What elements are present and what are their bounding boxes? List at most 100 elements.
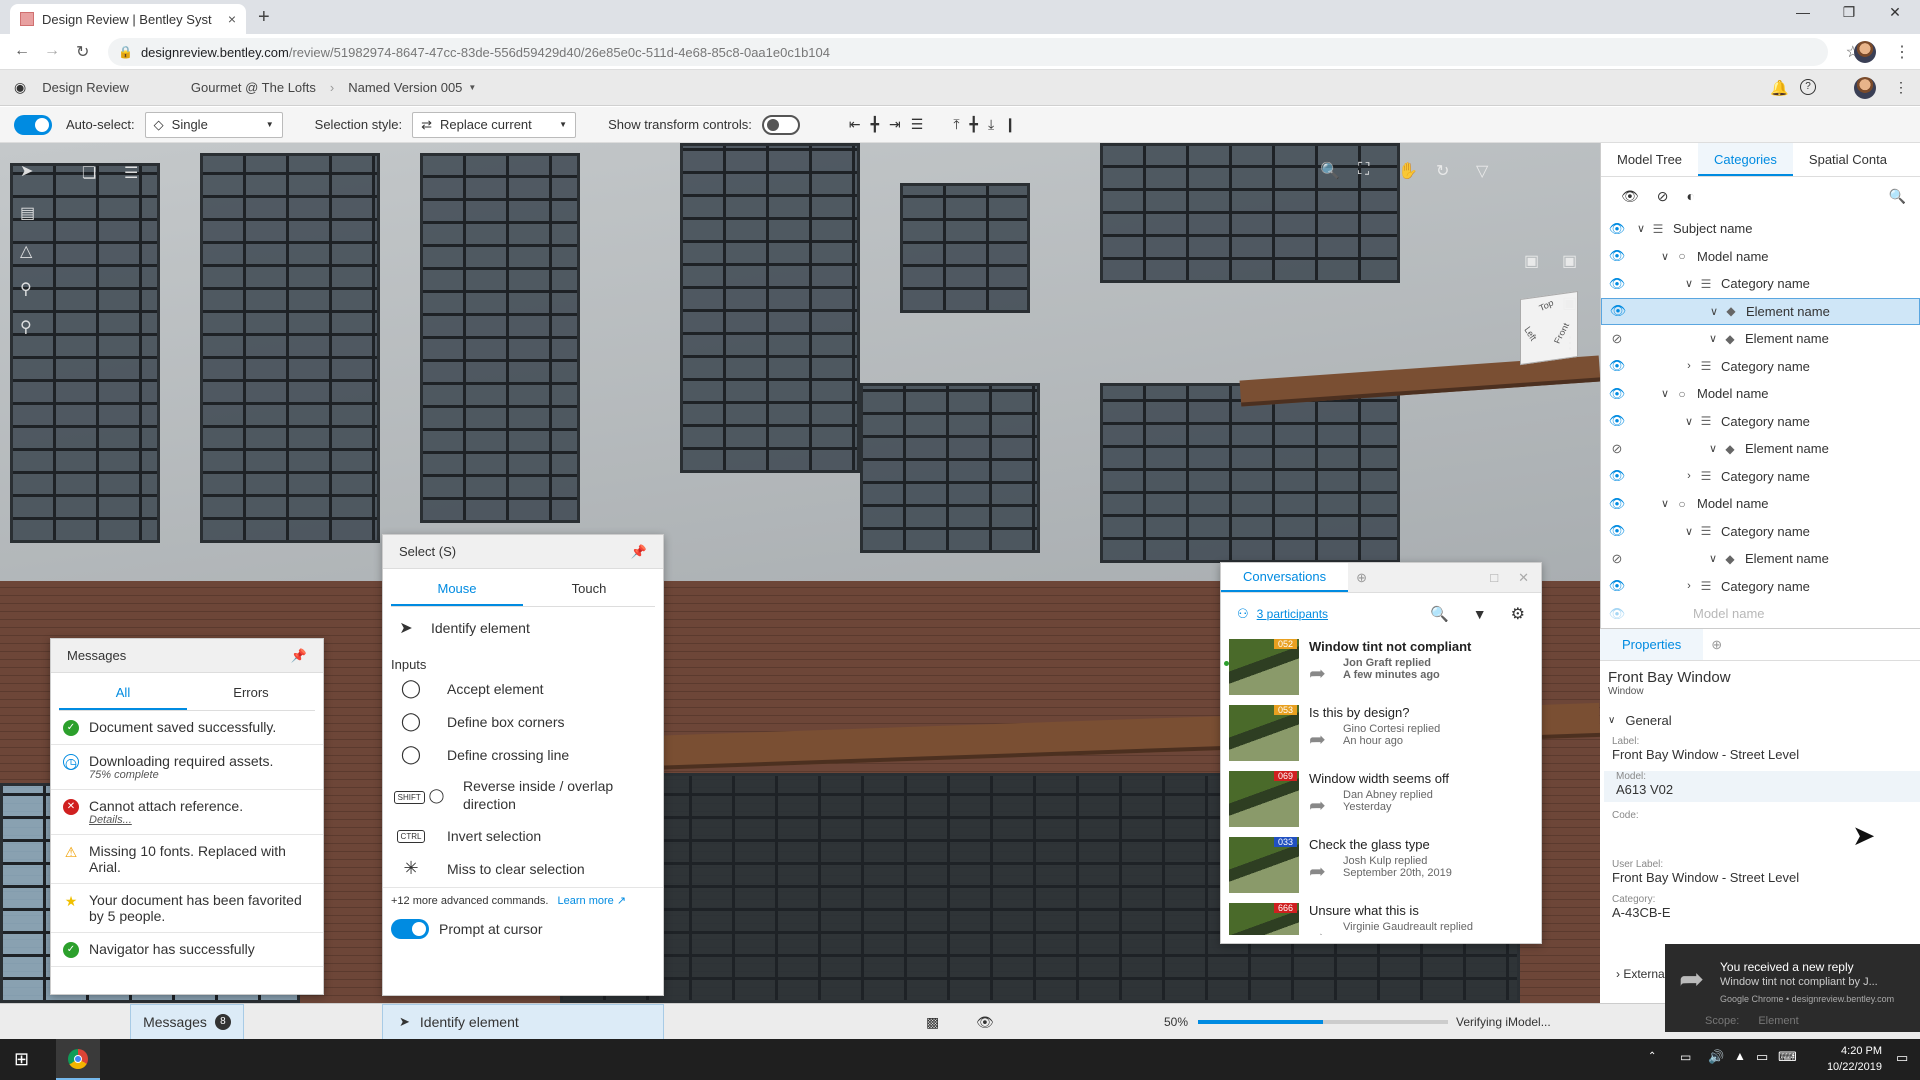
tree-row[interactable]: 👁 › ☰ Category name (1601, 353, 1920, 381)
filter-icon[interactable]: ▼ (1473, 606, 1487, 622)
selection-style-dropdown[interactable]: ⇄ Replace current ▼ (412, 111, 577, 138)
message-item[interactable]: ✓ Navigator has successfully (51, 933, 323, 967)
tree-row[interactable]: 👁 ∨ ○ Model name (1601, 490, 1920, 518)
breadcrumb-project[interactable]: Gourmet @ The Lofts (191, 80, 316, 95)
chevron-down-icon[interactable]: ∨ (1705, 332, 1721, 345)
input-command[interactable]: CTRL Invert selection (383, 819, 663, 852)
invert-visibility-icon[interactable]: ◐ (1687, 188, 1695, 204)
close-icon[interactable]: ✕ (1518, 570, 1529, 586)
walk-icon[interactable]: ▽ (1476, 161, 1488, 181)
tab-touch[interactable]: Touch (523, 569, 655, 606)
details-link[interactable]: Details... (89, 814, 243, 826)
tree-row[interactable]: ⊘ ∨ ◆ Element name (1601, 325, 1920, 353)
window[interactable] (420, 153, 580, 523)
eye-icon[interactable]: 👁 (1608, 303, 1628, 319)
close-window-icon[interactable]: ✕ (1872, 4, 1918, 21)
eye-icon[interactable]: 👁 (1607, 276, 1627, 292)
align-top-icon[interactable]: ⤒ (953, 116, 959, 133)
participants-link[interactable]: 3 participants (1257, 607, 1328, 621)
reload-icon[interactable]: ↻ (76, 42, 89, 62)
chevron-down-icon[interactable]: ∨ (1681, 415, 1697, 428)
tree-row[interactable]: 👁 ∨ ○ Model name (1601, 380, 1920, 408)
tree-row[interactable]: 👁 ∨ ☰ Subject name (1601, 215, 1920, 243)
chevron-down-icon[interactable]: ∨ (1705, 442, 1721, 455)
user-avatar[interactable] (1854, 77, 1876, 99)
eye-hidden-icon[interactable]: ⊘ (1607, 441, 1627, 457)
property-value[interactable]: Front Bay Window - Street Level (1612, 870, 1912, 886)
identify-row[interactable]: ➤ Identify element (383, 607, 663, 649)
help-icon[interactable]: ? (1800, 79, 1816, 95)
omnibox[interactable]: 🔒 designreview.bentley.com/review/519829… (108, 38, 1828, 66)
tree-row[interactable]: 👁 ∨ ☰ Category name (1601, 270, 1920, 298)
eye-icon[interactable]: 👁 (1607, 248, 1627, 264)
chrome-taskbar-button[interactable] (56, 1039, 100, 1080)
cube-top-face[interactable]: Top (1538, 297, 1555, 313)
chevron-down-icon[interactable]: ∨ (1705, 552, 1721, 565)
tab-mouse[interactable]: Mouse (391, 569, 523, 606)
notes-icon[interactable]: ▭ (1756, 1049, 1768, 1065)
property-value[interactable]: A-43CB-E (1612, 905, 1912, 921)
auto-select-toggle[interactable] (14, 114, 52, 135)
tree-row[interactable]: ⊘ ∨ ◆ Element name (1601, 435, 1920, 463)
dots-icon[interactable]: ⋮ (1562, 333, 1578, 353)
conversation-item[interactable]: 033 Check the glass type ➦ Josh Kulp replie… (1221, 833, 1541, 899)
input-command[interactable]: ◯ Define crossing line (383, 738, 663, 771)
app-name[interactable]: Design Review (42, 80, 129, 95)
window[interactable] (1100, 383, 1400, 563)
restore-icon[interactable]: ❐ (1826, 4, 1872, 21)
url-text[interactable]: designreview.bentley.com/review/51982974… (141, 45, 830, 60)
eye-icon[interactable]: 👁 (1607, 221, 1627, 237)
forward-icon[interactable]: → (44, 42, 60, 60)
section-general[interactable]: ∨ General (1608, 713, 1912, 728)
windows-start-icon[interactable]: ⊞ (14, 1049, 29, 1070)
window[interactable] (900, 183, 1030, 313)
input-command[interactable]: SHIFT ◯ Reverse inside / overlap directio… (383, 771, 663, 819)
align-bottom-icon[interactable]: ⤓ (988, 116, 994, 133)
section-icon[interactable]: △ (20, 241, 32, 261)
transform-controls-toggle[interactable] (761, 114, 800, 135)
profile-avatar[interactable] (1854, 41, 1876, 63)
chevron-down-icon[interactable]: ∨ (1681, 277, 1697, 290)
pan-hand-icon[interactable]: ✋ (1398, 161, 1418, 181)
chevron-down-icon[interactable]: ∨ (1657, 497, 1673, 510)
keyboard-icon[interactable]: ⌨ (1778, 1049, 1797, 1065)
tree-row[interactable]: 👁 › ☰ Category name (1601, 573, 1920, 601)
layers-icon[interactable]: ☰ (124, 163, 138, 183)
messages-status-button[interactable]: Messages 8 (130, 1004, 244, 1040)
breadcrumb-version[interactable]: Named Version 005 (348, 80, 462, 95)
add-tab-icon[interactable]: ⊕ (1356, 570, 1367, 586)
align-middle-icon[interactable]: ╋ (970, 116, 978, 133)
visibility-eye-icon[interactable]: 👁 (976, 1014, 994, 1031)
eye-icon[interactable]: 👁 (1607, 578, 1627, 594)
network-icon[interactable]: ▲ (1734, 1049, 1746, 1063)
cube-left-face[interactable]: Left (1522, 325, 1538, 343)
search-view-icon[interactable]: 🔍 (1320, 161, 1340, 181)
tab-spatial-containment[interactable]: Spatial Conta (1793, 143, 1903, 176)
add-tab-icon[interactable]: ⊕ (1711, 637, 1722, 653)
battery-icon[interactable]: ▭ (1680, 1050, 1691, 1064)
align-right-icon[interactable]: ⇥ (889, 116, 901, 133)
clock[interactable]: 4:20 PM 10/22/2019 (1820, 1043, 1882, 1075)
input-command[interactable]: ◯ Define box corners (383, 705, 663, 738)
conversation-item[interactable]: 052 Window tint not compliant ➦ Jon Graft r… (1221, 635, 1541, 701)
conversation-item[interactable]: 666 Unsure what this is ➦ Virginie Gaudreau… (1221, 899, 1541, 935)
tree-row[interactable]: 👁 ∨ ◆ Element name (1601, 297, 1920, 325)
volume-icon[interactable]: 🔊 (1708, 1049, 1724, 1065)
message-item[interactable]: ⚠ Missing 10 fonts. Replaced with Arial. (51, 835, 323, 884)
camera-icon[interactable]: ▣ (1562, 293, 1577, 313)
learn-more-link[interactable]: Learn more (558, 895, 614, 907)
external-section[interactable]: › Externa (1616, 967, 1665, 981)
cube-icon[interactable]: ❏ (82, 163, 96, 183)
distribute-v-icon[interactable]: ❙ (1004, 116, 1016, 133)
align-center-icon[interactable]: ╋ (871, 116, 879, 133)
align-left-icon[interactable]: ⇤ (849, 116, 861, 133)
new-tab-button[interactable]: + (258, 6, 270, 29)
pin-icon[interactable]: 📌 (291, 648, 307, 664)
window[interactable] (1100, 143, 1400, 283)
notification-bell-icon[interactable]: 🔔 (1770, 79, 1789, 97)
measure-icon[interactable]: ▤ (20, 203, 35, 223)
message-item[interactable]: ★ Your document has been favorited by 5 p… (51, 884, 323, 933)
zoom-icon[interactable]: ⚲ (20, 317, 32, 337)
chevron-down-icon[interactable]: ∨ (1657, 250, 1673, 263)
window[interactable] (200, 153, 380, 543)
